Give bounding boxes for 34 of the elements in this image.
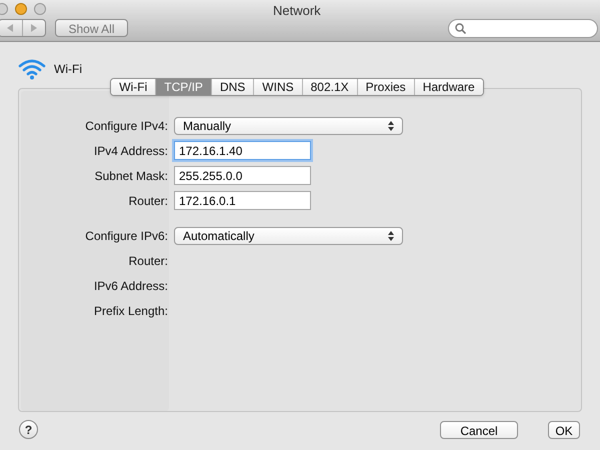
back-arrow-icon[interactable] [7, 24, 14, 32]
help-button[interactable]: ? [19, 420, 38, 439]
field-label: Configure IPv4: [84, 118, 168, 134]
dialog-button[interactable]: OK [548, 420, 580, 438]
tab[interactable]: 802.1X [302, 79, 357, 95]
field-label: Router: [128, 252, 168, 270]
popup-button[interactable]: Automatically [174, 226, 403, 244]
field-label: Subnet Mask: [94, 168, 168, 184]
forward-arrow-icon[interactable] [30, 24, 37, 32]
back-forward-control[interactable] [0, 19, 46, 37]
window-title: Network [273, 2, 321, 20]
stepper-arrows-icon [388, 230, 394, 240]
search-icon [455, 22, 466, 34]
stepper-arrows-icon [388, 120, 394, 130]
input-field[interactable]: 172.16.1.40 [174, 141, 311, 160]
input-field[interactable]: 255.255.0.0 [174, 166, 311, 185]
wifi-icon [18, 58, 46, 80]
field-label: Router: [128, 192, 168, 210]
search-field[interactable] [448, 18, 598, 38]
input-field[interactable]: 172.16.0.1 [174, 191, 311, 210]
tab[interactable]: WINS [253, 79, 302, 95]
tab[interactable]: Wi-Fi [111, 79, 156, 95]
tab[interactable]: DNS [210, 79, 254, 95]
field-label: Configure IPv6: [84, 228, 168, 244]
field-label: Prefix Length: [92, 302, 168, 320]
tab[interactable]: Hardware [414, 79, 483, 95]
popup-button[interactable]: Manually [174, 116, 403, 134]
dialog-button[interactable]: Cancel [440, 420, 518, 438]
field-label: IPv6 Address: [92, 278, 168, 294]
service-name: Wi-Fi [54, 61, 82, 78]
window-control-icon[interactable] [34, 2, 46, 14]
tab[interactable]: Proxies [356, 79, 414, 95]
field-label: IPv4 Address: [92, 142, 168, 160]
window-control-icon[interactable] [15, 2, 27, 14]
